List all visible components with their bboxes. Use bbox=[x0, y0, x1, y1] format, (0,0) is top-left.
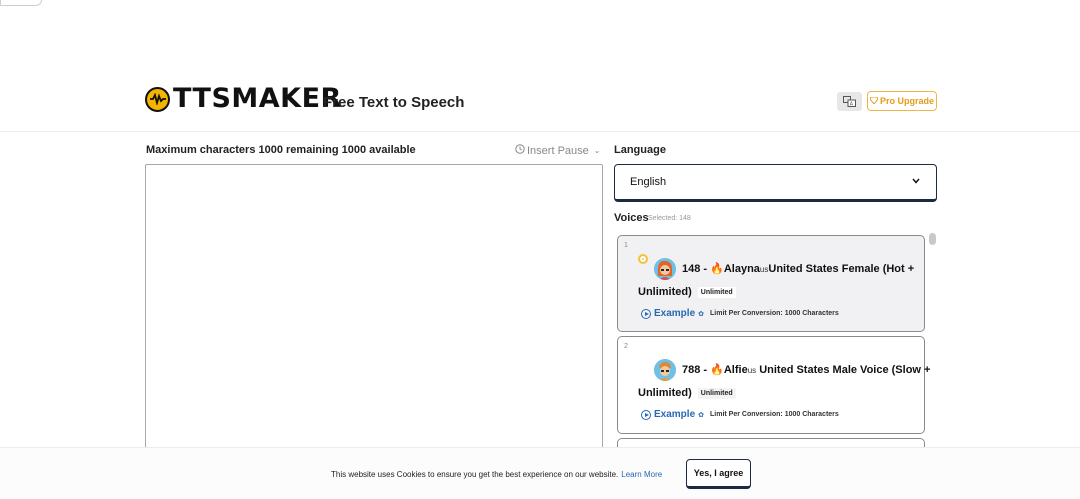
max-characters-info: Maximum characters 1000 remaining 1000 a… bbox=[146, 144, 416, 156]
text-input-area[interactable] bbox=[145, 164, 603, 464]
voice-title-line2: Unlimited) Unlimited bbox=[638, 387, 736, 399]
voice-title-continued: Unlimited) bbox=[638, 286, 692, 298]
play-icon[interactable] bbox=[641, 308, 651, 319]
voice-title-line2: Unlimited) Unlimited bbox=[638, 286, 736, 298]
svg-text:A: A bbox=[850, 102, 854, 108]
chevron-down-icon: ⌄ bbox=[593, 146, 601, 155]
voice-id: 788 - bbox=[682, 364, 711, 376]
voice-card-alayna[interactable]: 1 148 - 🔥AlaynausUnited States Female (H… bbox=[617, 235, 925, 332]
pro-upgrade-button[interactable]: Pro Upgrade bbox=[867, 91, 937, 111]
voice-title: 148 - 🔥AlaynausUnited States Female (Hot… bbox=[682, 262, 914, 275]
bolt-icon: ✿ bbox=[698, 310, 705, 318]
translate-icon: A bbox=[843, 96, 856, 107]
language-select[interactable]: English bbox=[614, 164, 937, 202]
example-row: Example ✿ Limit Per Conversion: 1000 Cha… bbox=[641, 409, 839, 420]
cookie-agree-button[interactable]: Yes, I agree bbox=[686, 459, 751, 489]
language-switch-button[interactable]: A bbox=[837, 92, 862, 111]
voice-card-alfie[interactable]: 2 788 - 🔥Alfieus United States Male Voic… bbox=[617, 336, 930, 434]
voice-description: United States Male Voice (Slow + bbox=[756, 364, 931, 376]
voices-selected-count: Selected: 148 bbox=[648, 215, 691, 222]
limit-text: Limit Per Conversion: 1000 Characters bbox=[710, 310, 839, 317]
pro-upgrade-label: Pro Upgrade bbox=[879, 96, 934, 106]
voice-radio-selected[interactable] bbox=[638, 254, 648, 264]
voice-list[interactable]: 1 148 - 🔥AlaynausUnited States Female (H… bbox=[614, 232, 940, 462]
tagline: Free Text to Speech bbox=[323, 94, 465, 111]
voice-description: United States Female (Hot + bbox=[768, 263, 915, 275]
voice-avatar-male bbox=[654, 359, 676, 381]
language-selected-value: English bbox=[630, 176, 667, 188]
cookie-text: This website uses Cookies to ensure you … bbox=[331, 470, 662, 479]
diamond-icon bbox=[869, 96, 879, 106]
voice-locale: us bbox=[747, 366, 757, 375]
example-link[interactable]: Example bbox=[654, 308, 695, 319]
play-icon[interactable] bbox=[641, 409, 651, 420]
clock-icon bbox=[515, 144, 525, 157]
fire-icon: 🔥 bbox=[710, 364, 724, 376]
logo-wave-icon bbox=[145, 86, 170, 112]
voice-title: 788 - 🔥Alfieus United States Male Voice … bbox=[682, 363, 930, 376]
insert-pause-label: Insert Pause bbox=[527, 144, 589, 157]
example-row: Example ✿ Limit Per Conversion: 1000 Cha… bbox=[641, 308, 839, 319]
learn-more-link[interactable]: Learn More bbox=[621, 470, 662, 479]
voice-index: 2 bbox=[624, 343, 628, 350]
unlimited-badge: Unlimited bbox=[697, 387, 736, 399]
language-label: Language bbox=[614, 144, 666, 156]
site-header: TTSMAKER Free Text to Speech A Pro Upgra… bbox=[0, 0, 1080, 132]
chevron-down-icon bbox=[912, 176, 920, 187]
example-link[interactable]: Example bbox=[654, 409, 695, 420]
voices-label: Voices bbox=[614, 212, 649, 224]
voice-list-scrollbar[interactable] bbox=[928, 232, 937, 462]
cookie-message: This website uses Cookies to ensure you … bbox=[331, 470, 619, 479]
voice-id: 148 - bbox=[682, 263, 711, 275]
logo[interactable]: TTSMAKER bbox=[145, 84, 342, 114]
limit-text: Limit Per Conversion: 1000 Characters bbox=[710, 411, 839, 418]
voice-avatar-female bbox=[654, 258, 676, 280]
scrollbar-thumb[interactable] bbox=[929, 233, 936, 245]
bolt-icon: ✿ bbox=[698, 411, 705, 419]
logo-text: TTSMAKER bbox=[173, 83, 342, 114]
fire-icon: 🔥 bbox=[710, 263, 724, 275]
voice-name: Alfie bbox=[723, 364, 748, 376]
cookie-banner: This website uses Cookies to ensure you … bbox=[0, 447, 1080, 499]
insert-pause-dropdown[interactable]: Insert Pause ⌄ bbox=[515, 144, 600, 157]
voice-name: Alayna bbox=[723, 263, 760, 275]
voice-title-continued: Unlimited) bbox=[638, 387, 692, 399]
voice-index: 1 bbox=[624, 242, 628, 249]
unlimited-badge: Unlimited bbox=[697, 286, 736, 298]
